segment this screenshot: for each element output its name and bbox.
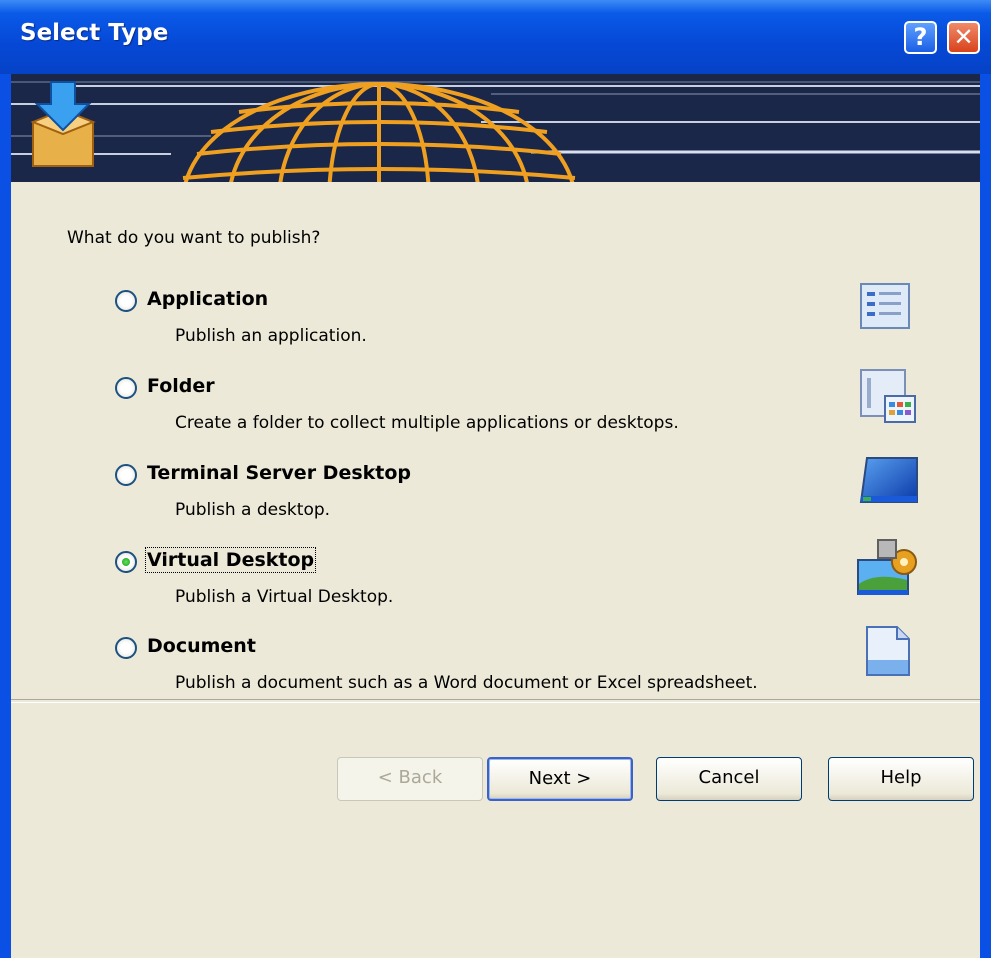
terminal-server-desktop-radio[interactable] [115,464,137,486]
header-banner [11,74,980,182]
document-radio[interactable] [115,637,137,659]
publish-question: What do you want to publish? [67,228,321,248]
back-button[interactable]: < Back [337,757,483,801]
title-bar[interactable]: Select Type ? ✕ [0,0,991,74]
titlebar-help-button[interactable]: ? [904,21,937,54]
virtual-desktop-label[interactable]: Virtual Desktop [144,547,317,573]
terminal-server-desktop-description: Publish a desktop. [175,500,331,520]
dialog-window: Select Type ? ✕ What do you want to publ… [0,0,991,958]
window-title: Select Type [20,20,169,46]
folder-radio[interactable] [115,377,137,399]
document-description: Publish a document such as a Word docume… [175,673,758,693]
document-label[interactable]: Document [147,635,256,657]
globe-banner-graphic [11,81,980,182]
application-label[interactable]: Application [147,288,268,310]
dialog-content: What do you want to publish? Application… [11,182,980,958]
virtual-desktop-gear-icon [856,536,917,595]
application-description: Publish an application. [175,326,367,346]
next-button[interactable]: Next > [487,757,633,801]
window-frame-right [980,74,991,958]
folder-apps-icon [859,368,919,423]
folder-label[interactable]: Folder [147,375,215,397]
application-radio[interactable] [115,290,137,312]
desktop-screen-icon [859,456,919,510]
window-frame-left [0,74,11,958]
folder-description: Create a folder to collect multiple appl… [175,413,679,433]
cancel-button[interactable]: Cancel [656,757,802,801]
package-download-icon [30,81,96,167]
virtual-desktop-description: Publish a Virtual Desktop. [175,587,394,607]
titlebar-close-button[interactable]: ✕ [947,21,980,54]
help-button[interactable]: Help [828,757,974,801]
application-list-icon [859,282,919,336]
virtual-desktop-radio[interactable] [115,551,137,573]
document-icon [864,624,924,678]
button-area-divider [11,699,980,703]
terminal-server-desktop-label[interactable]: Terminal Server Desktop [147,462,411,484]
